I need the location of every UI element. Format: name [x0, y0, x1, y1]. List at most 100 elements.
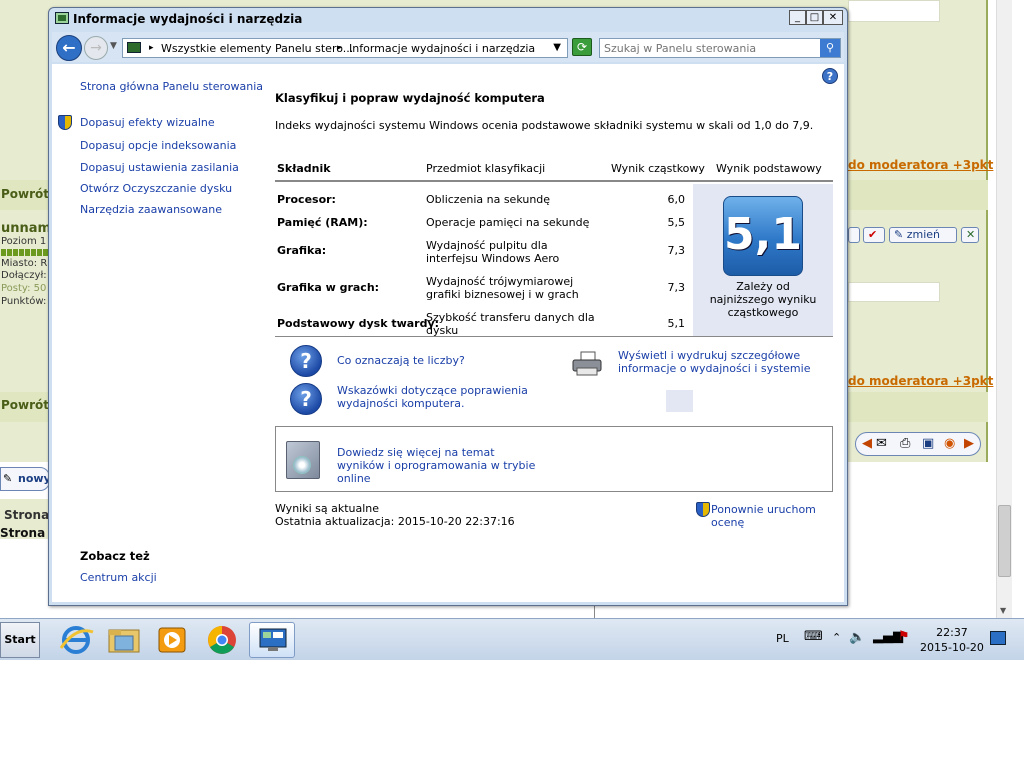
- table-header: Składnik Przedmiot klasyfikacji Wynik cz…: [275, 160, 833, 182]
- address-dropdown-icon[interactable]: ▼: [553, 42, 561, 53]
- folder-icon[interactable]: [101, 622, 147, 658]
- column-header: Wynik cząstkowy: [611, 162, 705, 175]
- save-icon[interactable]: ▣: [922, 436, 934, 451]
- clock-date: 2015-10-20: [920, 641, 984, 654]
- sidebar-item-power[interactable]: Dopasuj ustawienia zasilania: [80, 161, 239, 174]
- username: unnam: [1, 221, 52, 236]
- mail-icon[interactable]: ✉: [876, 436, 887, 451]
- address-bar[interactable]: ▸ Wszystkie elementy Panelu stero... ▸ I…: [122, 38, 568, 58]
- new-topic-button[interactable]: ✎ nowy: [0, 467, 51, 491]
- moderator-link[interactable]: do moderatora +3pkt: [848, 158, 993, 172]
- sidebar-home-link[interactable]: Strona główna Panelu sterowania: [80, 80, 263, 93]
- page-label: Strona: [4, 508, 50, 522]
- print-icon[interactable]: ⎙: [900, 436, 910, 451]
- subscore: 7,3: [667, 281, 686, 294]
- ie-icon[interactable]: [53, 622, 99, 658]
- maximize-button[interactable]: □: [806, 10, 823, 25]
- action-center-flag-icon[interactable]: ⚑: [898, 629, 910, 644]
- sidebar-item-indexing[interactable]: Dopasuj opcje indeksowania: [80, 139, 236, 152]
- user-level: Poziom 1: [1, 236, 47, 247]
- breadcrumb-all-items[interactable]: Wszystkie elementy Panelu stero...: [161, 42, 353, 55]
- search-input[interactable]: [604, 41, 814, 55]
- separator: [275, 336, 833, 337]
- user-posts: Posty: 50: [1, 283, 47, 294]
- title-bar[interactable]: Informacje wydajności i narzędzia _ □ ✕: [49, 8, 847, 30]
- delete-icon[interactable]: ✕: [961, 227, 979, 243]
- back-arrow-icon[interactable]: ←: [56, 35, 82, 61]
- tips-link[interactable]: Wskazówki dotyczące poprawienia wydajnoś…: [337, 384, 537, 410]
- search-box: ⚲: [599, 38, 841, 58]
- breadcrumb-arrow-icon[interactable]: ▸: [149, 43, 154, 53]
- check-icon[interactable]: ✔: [863, 227, 885, 243]
- taskbar: Start PL ⌨ ⌃ 🔈 ▂▄▆ ⚑ 22:37 2015-10-20: [0, 618, 1024, 660]
- sidebar-item-visual-effects[interactable]: Dopasuj efekty wizualne: [80, 116, 215, 129]
- help-question-icon: ?: [290, 345, 322, 377]
- tray-expand-icon[interactable]: ⌃: [832, 631, 841, 644]
- small-button[interactable]: [848, 227, 860, 243]
- base-score-badge: 5,1: [723, 196, 803, 276]
- breadcrumb-current[interactable]: Informacje wydajności i narzędzia: [349, 42, 535, 55]
- keyboard-icon[interactable]: ⌨: [804, 629, 823, 644]
- status-text: Wyniki są aktualne Ostatnia aktualizacja…: [275, 502, 515, 528]
- rerun-assessment-link[interactable]: Ponownie uruchom ocenę: [711, 503, 844, 529]
- help-question-icon: ?: [290, 383, 322, 415]
- back-link[interactable]: Powrót: [1, 187, 49, 201]
- component-name: Grafika:: [277, 244, 327, 257]
- clock-time: 22:37: [936, 626, 968, 639]
- action-center-link[interactable]: Centrum akcji: [80, 571, 157, 584]
- media-player-icon[interactable]: [149, 622, 195, 658]
- learn-more-online-link[interactable]: Dowiedz się więcej na temat wyników i op…: [337, 446, 537, 485]
- history-dropdown-icon[interactable]: ▼: [110, 41, 117, 51]
- edit-label: zmień: [906, 228, 941, 241]
- shield-icon: [696, 502, 710, 517]
- print-details-link[interactable]: Wyświetl i wydrukuj szczegółowe informac…: [618, 349, 834, 375]
- chrome-icon[interactable]: [199, 622, 245, 658]
- sidebar-item-disk-cleanup[interactable]: Otwórz Oczyszczanie dysku: [80, 182, 232, 195]
- help-icon[interactable]: ?: [822, 68, 838, 84]
- target-icon[interactable]: ◉: [944, 436, 955, 451]
- language-indicator[interactable]: PL: [776, 632, 789, 645]
- divider: [594, 606, 595, 618]
- user-city: Miasto: R: [1, 258, 48, 269]
- online-info-box: Dowiedz się więcej na temat wyników i op…: [275, 426, 833, 492]
- component-name: Pamięć (RAM):: [277, 216, 368, 229]
- rating-subject: Wydajność pulpitu dla interfejsu Windows…: [426, 239, 560, 265]
- component-name: Procesor:: [277, 193, 336, 206]
- start-button[interactable]: Start: [0, 622, 40, 658]
- control-panel-task[interactable]: [249, 622, 295, 658]
- what-numbers-mean-link[interactable]: Co oznaczają te liczby?: [337, 354, 465, 367]
- refresh-icon[interactable]: ⟳: [572, 38, 592, 56]
- printer-icon: [572, 351, 602, 376]
- status-current: Wyniki są aktualne: [275, 502, 380, 515]
- volume-icon[interactable]: 🔈: [849, 630, 865, 645]
- user-points: Punktów:: [1, 296, 47, 307]
- edit-button[interactable]: ✎ zmień: [889, 227, 957, 243]
- search-icon[interactable]: ⚲: [820, 39, 840, 57]
- performance-window: Informacje wydajności i narzędzia _ □ ✕ …: [48, 7, 848, 606]
- rating-subject: Obliczenia na sekundę: [426, 193, 551, 206]
- back-link[interactable]: Powrót: [1, 398, 49, 412]
- navigation-bar: ← → ▼ ▸ Wszystkie elementy Panelu stero.…: [52, 32, 844, 62]
- last-update: Ostatnia aktualizacja: 2015-10-20 22:37:…: [275, 515, 515, 528]
- bg-input: [848, 282, 940, 302]
- bg-box: [848, 0, 940, 22]
- show-desktop-icon[interactable]: [990, 631, 1006, 645]
- clock[interactable]: 22:37 2015-10-20: [920, 625, 984, 655]
- post-nav-icons: ◀ ✉ ⎙ ▣ ◉ ▶: [855, 432, 981, 456]
- moderator-link[interactable]: do moderatora +3pkt: [848, 374, 993, 388]
- subscore: 5,5: [667, 216, 686, 229]
- rating-subject: Operacje pamięci na sekundę: [426, 216, 590, 229]
- scrollbar-thumb[interactable]: [998, 505, 1011, 577]
- subscore: 6,0: [667, 193, 686, 206]
- minimize-button[interactable]: _: [789, 10, 806, 25]
- forward-arrow-icon[interactable]: →: [84, 36, 108, 60]
- scroll-down-icon[interactable]: ▼: [1000, 606, 1006, 615]
- window-title: Informacje wydajności i narzędzia: [73, 12, 303, 26]
- page-scrollbar[interactable]: ▼: [996, 0, 1012, 618]
- rank-bar: [1, 249, 48, 256]
- prev-icon[interactable]: ◀: [862, 436, 872, 451]
- breadcrumb-arrow-icon[interactable]: ▸: [337, 43, 342, 53]
- close-button[interactable]: ✕: [823, 10, 843, 25]
- sidebar-item-advanced-tools[interactable]: Narzędzia zaawansowane: [80, 203, 222, 216]
- next-icon[interactable]: ▶: [964, 436, 974, 451]
